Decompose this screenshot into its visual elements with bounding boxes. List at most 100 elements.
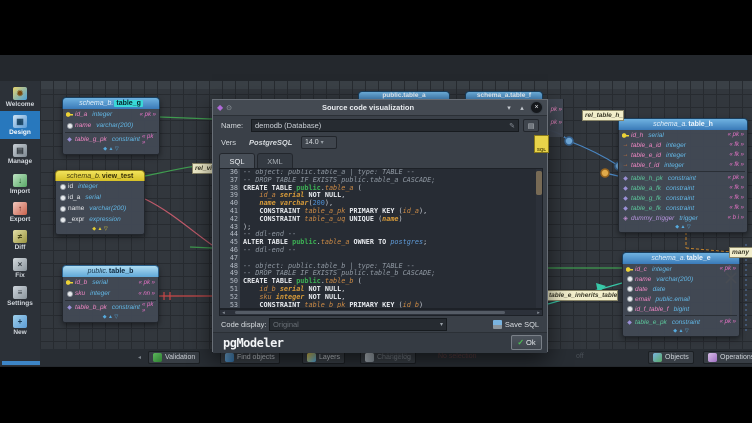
shade-up-icon[interactable]: ▴ (517, 104, 527, 112)
column-type: bigint (674, 306, 690, 313)
save-sql-button[interactable]: Save SQL (485, 317, 547, 331)
code-display-combo[interactable]: Original ▾ (269, 318, 447, 331)
table-f-partial[interactable]: schema_a.table_f (465, 91, 543, 99)
table-f-edge-slice[interactable]: pk »pk » (548, 99, 564, 137)
column-tag: « fk » (729, 152, 744, 158)
tab-sql[interactable]: SQL (219, 153, 255, 168)
column-type: integer (78, 183, 98, 190)
table-row: ◆table_a_fkconstraint« fk » (619, 183, 747, 193)
find-objects-icon (225, 353, 234, 362)
name-field[interactable]: demodb (Database) ✎ (251, 119, 519, 132)
table-body: id_ainteger« pk »namevarchar(200)◆table_… (62, 109, 160, 155)
close-icon[interactable]: × (530, 101, 543, 114)
column-name: table_a_id (631, 142, 661, 149)
inherits-label[interactable]: table_e_inherits_table_c (546, 290, 618, 301)
many-label[interactable]: many (729, 247, 752, 258)
column-icon (626, 306, 633, 313)
code-token: ), (419, 207, 427, 215)
column-tag: « pk » (720, 319, 736, 325)
column-type: integer (664, 162, 684, 169)
column-name: _expr (68, 216, 84, 223)
table-footer-icons[interactable]: ◆ ▲ ▽ (623, 327, 739, 336)
table-footer-icons[interactable]: ◆ ▲ ▽ (63, 145, 159, 154)
code-token: PRIMARY KEY (345, 207, 398, 215)
primary-key-icon (66, 111, 73, 118)
pgsql-version-value: 14.0 (305, 139, 319, 146)
table-header[interactable]: schema_a.table_e (622, 252, 740, 264)
ok-button[interactable]: ✓ Ok (511, 335, 542, 350)
column-type: constraint (666, 195, 694, 202)
name-value: demodb (Database) (255, 121, 321, 130)
table-header[interactable]: public.table_b (62, 265, 159, 277)
sidebar-item-diff[interactable]: ≠Diff (0, 226, 40, 254)
table-row: id_aserial (56, 192, 144, 203)
column-type: serial (85, 194, 101, 201)
sidebar-item-welcome[interactable]: ✹Welcome (0, 83, 40, 111)
table-header[interactable]: schema_b.table_g (62, 97, 160, 109)
table-a-partial[interactable]: public.table_a (358, 91, 450, 99)
button-label: Layers (319, 354, 340, 361)
sql-code-view[interactable]: 363738394041424344454647484950515253 -- … (219, 168, 543, 309)
code-line: CONSTRAINT table_a_uq UNIQUE (name) (243, 216, 542, 224)
code-token (243, 199, 259, 207)
rel-table-h-label[interactable]: rel_table_h_ (582, 110, 624, 121)
operations-button[interactable]: Operations (703, 351, 752, 364)
column-name: id_c (635, 266, 647, 273)
table-row: →table_e_idinteger« fk » (619, 150, 747, 160)
table-body: idintegerid_aserialnamevarchar(200)_expr… (55, 181, 145, 235)
sidebar-item-manage[interactable]: ▤Manage (0, 140, 40, 168)
button-label: Objects (665, 354, 689, 361)
pgsql-version-combo[interactable]: 14.0 ▾ (301, 136, 337, 149)
table-schema: schema_a. (653, 121, 687, 128)
sidebar-item-settings[interactable]: ≡Settings (0, 282, 40, 310)
sidebar-item-label: New (13, 329, 26, 336)
db-table-table-h[interactable]: schema_a.table_hid_hserial« pk »→table_a… (618, 118, 748, 233)
objects-button[interactable]: Objects (648, 351, 694, 364)
column-name: id_h (631, 132, 643, 139)
column-name: name (75, 122, 91, 129)
column-icon (626, 286, 633, 293)
code-vertical-scrollbar[interactable] (536, 169, 542, 308)
scroll-left-icon[interactable]: ◂ (138, 354, 141, 361)
code-token (243, 285, 259, 293)
dialog-titlebar[interactable]: ◆ ⊙ Source code visualization ▾ ▴ × (213, 100, 547, 116)
column-icon (59, 216, 66, 223)
object-list-button[interactable]: ▤ (523, 119, 539, 132)
primary-key-icon (66, 279, 73, 286)
code-line: -- ddl-end -- (243, 247, 542, 255)
db-table-table-b[interactable]: public.table_bid_bserial« pk »skuinteger… (62, 265, 159, 323)
validation-button[interactable]: Validation (148, 351, 200, 364)
status-hint: 1976.0 (386, 353, 407, 360)
new-icon: + (13, 315, 27, 328)
sidebar-item-fix[interactable]: ×Fix (0, 254, 40, 282)
column-type: integer (666, 152, 686, 159)
sidebar-item-import[interactable]: ↓Import (0, 170, 40, 198)
table-header[interactable]: schema_b.view_test (55, 170, 145, 181)
sidebar-item-new[interactable]: +New (0, 311, 40, 339)
pin-icon[interactable]: ⊙ (226, 104, 232, 112)
table-header[interactable]: schema_a.table_h (618, 118, 748, 130)
trigger-icon: ◈ (622, 215, 629, 222)
db-table-table-g[interactable]: schema_b.table_gid_ainteger« pk »namevar… (62, 97, 160, 155)
column-tag: « pk » (140, 112, 156, 118)
table-footer-icons[interactable]: ◆ ▲ ▽ (619, 223, 747, 232)
shade-down-icon[interactable]: ▾ (504, 104, 514, 112)
sidebar-item-export[interactable]: ↑Export (0, 198, 40, 226)
sidebar-item-design[interactable]: ▦Design (0, 111, 40, 139)
table-row: ◆table_e_pkconstraint« pk » (623, 317, 739, 327)
code-display-label: Code display: (221, 320, 266, 329)
column-type: expression (89, 216, 120, 223)
tab-xml[interactable]: XML (257, 153, 293, 168)
table-footer-icons[interactable]: ◆ ▲ ▽ (63, 313, 158, 322)
table-footer-icons[interactable]: ◆ ▲ ▽ (56, 225, 144, 234)
code-token: -- ddl-end -- (243, 230, 296, 238)
code-horizontal-scrollbar[interactable]: ◂▸ (219, 309, 543, 316)
code-token: ), (325, 199, 333, 207)
foreign-key-icon: → (622, 142, 629, 149)
edit-name-icon[interactable]: ✎ (509, 122, 515, 130)
column-name: id_b (75, 279, 87, 286)
column-tag: « pk » (142, 134, 156, 146)
db-table-view-test[interactable]: schema_b.view_testidintegerid_aserialnam… (55, 170, 145, 235)
db-table-table-e[interactable]: schema_a.table_eid_cinteger« pk »namevar… (622, 252, 740, 337)
column-tag: « fk » (729, 195, 744, 201)
